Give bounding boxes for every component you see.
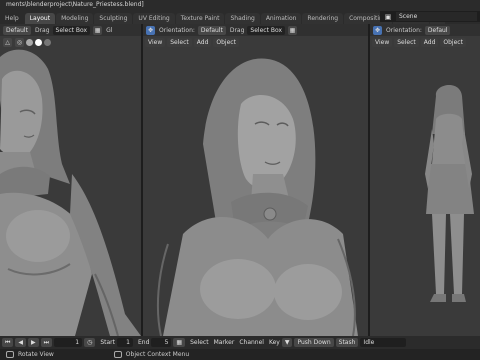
scene-selector[interactable]: ▣ Scene (380, 11, 480, 22)
jump-start-icon[interactable]: ⏮ (2, 338, 14, 347)
scene-name-field[interactable]: Scene (396, 12, 477, 21)
filter-icon[interactable]: ▼ (281, 338, 293, 347)
viewport-right[interactable]: ✥ Orientation: Defaul View Select Add Ob… (370, 24, 480, 336)
tab-sculpting[interactable]: Sculpting (94, 13, 133, 24)
mouse-middle-icon (6, 351, 14, 358)
grid-icon[interactable]: ▦ (93, 25, 103, 35)
current-frame-field[interactable]: 1 (54, 338, 83, 347)
end-label: End (137, 339, 150, 346)
clock-icon[interactable]: ◷ (84, 338, 96, 347)
menu-marker[interactable]: Marker (214, 339, 235, 346)
workspace-tabs: Help Layout Modeling Sculpting UV Editing Tex… (0, 12, 446, 24)
play-reverse-icon[interactable]: ◀ (15, 338, 27, 347)
drag-label: Drag (229, 26, 245, 34)
menu-select[interactable]: Select (394, 38, 419, 47)
tab-modeling[interactable]: Modeling (56, 13, 94, 24)
viewport-left-render (0, 24, 141, 336)
top-bar: ments\blenderproject\Nature_Priestess.bl… (0, 0, 480, 24)
menu-add[interactable]: Add (420, 38, 439, 47)
transform-icon[interactable]: ✥ (146, 25, 155, 35)
drag-label: Drag (34, 26, 50, 34)
viewport-left[interactable]: Default Drag Select Box ▦ Gl △ ◎ (0, 24, 141, 336)
menu-key[interactable]: Key (269, 339, 280, 346)
menu-view[interactable]: View (372, 38, 393, 47)
menu-channel[interactable]: Channel (239, 339, 264, 346)
viewport-left-header: Default Drag Select Box ▦ Gl (0, 24, 141, 36)
select-box-dropdown[interactable]: Select Box (247, 25, 285, 35)
select-box-dropdown[interactable]: Select Box (52, 25, 91, 35)
menu-view[interactable]: View (145, 38, 166, 47)
viewport-right-header: ✥ Orientation: Defaul (370, 24, 480, 36)
menu-select[interactable]: Select (190, 339, 209, 346)
tab-texture-paint[interactable]: Texture Paint (175, 13, 225, 24)
viewport-middle[interactable]: ✥ Orientation: Default Drag Select Box ▦… (143, 24, 368, 336)
menu-object[interactable]: Object (213, 38, 239, 47)
viewport-middle-menu-row: View Select Add Object (143, 37, 368, 48)
tab-help[interactable]: Help (0, 13, 24, 24)
orientation-dropdown[interactable]: Default (197, 25, 226, 35)
shading-solid-icon[interactable] (26, 39, 33, 46)
orientation-dropdown[interactable]: Defaul (424, 25, 451, 35)
end-frame-field[interactable]: 5 (151, 338, 172, 347)
menu-select[interactable]: Select (167, 38, 192, 47)
status-bar: Rotate View Object Context Menu (0, 349, 480, 360)
viewport-middle-header: ✥ Orientation: Default Drag Select Box ▦ (143, 24, 368, 36)
tab-layout[interactable]: Layout (24, 13, 56, 24)
timeline-bar: ⏮ ◀ ▶ ⏭ 1 ◷ Start 1 End 5 ▦ Select Marke… (0, 336, 480, 349)
play-icon[interactable]: ▶ (28, 338, 39, 347)
tab-animation[interactable]: Animation (260, 13, 302, 24)
status-context-menu: Object Context Menu (125, 351, 190, 358)
viewport-left-overlay-row: △ ◎ (0, 37, 141, 48)
push-down-button[interactable]: Push Down (294, 338, 334, 347)
orientation-label: Orientation: (386, 26, 422, 34)
mouse-right-icon (113, 351, 122, 358)
menu-add[interactable]: Add (193, 38, 212, 47)
global-label: Gl (106, 26, 113, 34)
mesh-icon[interactable]: △ (3, 38, 12, 47)
orientation-label: Orientation: (159, 26, 195, 34)
start-frame-field[interactable]: 1 (116, 338, 133, 347)
viewport-right-menu-row: View Select Add Object (370, 37, 480, 48)
blender-window: ments\blenderproject\Nature_Priestess.bl… (0, 0, 480, 360)
jump-end-icon[interactable]: ⏭ (40, 338, 53, 347)
tab-shading[interactable]: Shading (225, 13, 260, 24)
scene-icon: ▣ (384, 12, 392, 21)
action-name-field[interactable]: Idle (360, 338, 407, 347)
transform-icon[interactable]: ✥ (373, 25, 382, 35)
viewport-right-render (370, 24, 480, 336)
grid-icon[interactable]: ▦ (288, 25, 297, 35)
shading-material-icon[interactable] (35, 39, 42, 46)
stash-button[interactable]: Stash (335, 338, 359, 347)
orientation-dropdown[interactable]: Default (3, 25, 31, 35)
status-rotate: Rotate View (18, 351, 54, 358)
overlay-icon[interactable]: ◎ (15, 38, 24, 47)
editor-type-icon[interactable]: ▦ (173, 338, 186, 347)
window-title: ments\blenderproject\Nature_Priestess.bl… (6, 1, 144, 8)
tab-uv-editing[interactable]: UV Editing (133, 13, 175, 24)
menu-object[interactable]: Object (440, 38, 466, 47)
tab-rendering[interactable]: Rendering (302, 13, 344, 24)
start-label: Start (100, 339, 115, 346)
shading-rendered-icon[interactable] (44, 39, 51, 46)
viewport-middle-render (143, 24, 368, 336)
